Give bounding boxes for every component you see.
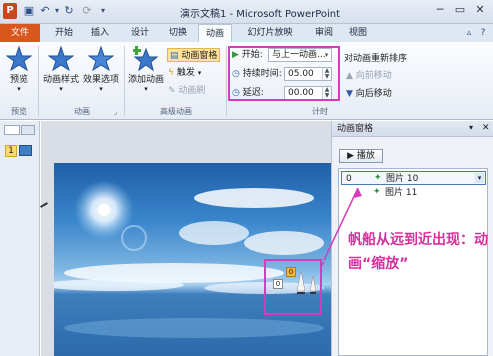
dialog-launcher-icon[interactable]: ⌟ xyxy=(114,108,117,116)
redo-icon[interactable]: ↻ xyxy=(62,4,76,18)
brush-icon: ✎ xyxy=(168,86,176,96)
restore-icon[interactable]: ▭ xyxy=(452,3,468,17)
tab-animations[interactable]: 动画 xyxy=(198,24,232,42)
effect-options-label: 效果选项 xyxy=(82,75,119,85)
animation-item-name: 图片 11 xyxy=(385,188,418,198)
chevron-down-icon: ▾ xyxy=(99,85,103,93)
play-icon: ▶ xyxy=(347,151,355,161)
tab-view[interactable]: 视图 xyxy=(342,24,374,42)
animation-pane-title: 动画窗格 xyxy=(337,124,374,134)
preview-star-icon xyxy=(6,46,32,72)
ribbon-tabs: 文件 开始 插入 设计 切换 动画 幻灯片放映 审阅 视图 ▵ ? xyxy=(0,24,493,42)
add-animation-label: 添加动画 xyxy=(127,75,164,85)
minimize-icon[interactable]: ─ xyxy=(432,3,448,17)
annotation-text: 帆船从远到近出现：动画“缩放” xyxy=(348,232,488,272)
chevron-down-icon: ▾ xyxy=(197,69,202,77)
animation-painter-button[interactable]: ✎ 动画刷 xyxy=(168,84,205,98)
add-animation-star-icon xyxy=(133,46,159,72)
group-divider xyxy=(124,46,125,116)
animation-pane-label: 动画窗格 xyxy=(181,51,218,61)
tab-design[interactable]: 设计 xyxy=(124,24,156,42)
tab-slideshow[interactable]: 幻灯片放映 xyxy=(242,24,298,42)
reorder-label: 对动画重新排序 xyxy=(344,54,408,64)
preview-label: 预览 xyxy=(9,75,28,85)
move-later-label: 向后移动 xyxy=(355,89,392,99)
trigger-button[interactable]: ϟ 触发 ▾ xyxy=(168,66,201,80)
close-icon[interactable]: ✕ xyxy=(472,3,488,17)
effect-options-star-icon xyxy=(88,46,114,72)
group-divider xyxy=(226,46,227,116)
title-bar: P ▣ ↶ ▾ ↻ ⟳ ▾ 演示文稿1 - Microsoft PowerPoi… xyxy=(0,0,493,24)
group-animation-label: 动画 xyxy=(74,107,90,116)
help-icon[interactable]: ? xyxy=(476,26,490,40)
animation-item-name: 图片 10 xyxy=(386,174,419,184)
chevron-down-icon[interactable]: ▾ xyxy=(475,173,484,183)
add-animation-button[interactable]: 添加动画 ▾ xyxy=(127,46,165,93)
trigger-label: 触发 xyxy=(176,68,195,78)
arrow-up-icon: ▲ xyxy=(346,71,353,81)
group-timing-label: 计时 xyxy=(312,107,328,116)
tab-insert[interactable]: 插入 xyxy=(84,24,116,42)
animation-styles-star-icon xyxy=(48,46,74,72)
tab-file[interactable]: 文件 xyxy=(0,24,40,42)
ribbon-collapse-icon[interactable]: ▵ xyxy=(462,26,476,40)
save-icon[interactable]: ▣ xyxy=(22,4,36,18)
close-pane-icon[interactable]: ✕ xyxy=(482,123,490,133)
play-button[interactable]: ▶ 播放 xyxy=(339,149,383,163)
timing-highlight-box xyxy=(228,46,340,101)
play-label: 播放 xyxy=(356,151,375,161)
tab-transitions[interactable]: 切换 xyxy=(162,24,194,42)
tab-review[interactable]: 审阅 xyxy=(308,24,340,42)
effect-options-button[interactable]: 效果选项 ▾ xyxy=(82,46,120,93)
slide-thumbnail[interactable] xyxy=(19,145,32,156)
slide-number: 1 xyxy=(5,145,17,157)
arrow-down-icon: ▼ xyxy=(346,89,353,99)
group-preview-label: 预览 xyxy=(11,107,27,116)
group-advanced-label: 高级动画 xyxy=(160,107,192,116)
chevron-down-icon: ▾ xyxy=(144,85,148,93)
animation-styles-label: 动画样式 xyxy=(42,75,79,85)
group-divider xyxy=(38,46,39,116)
sailboat-highlight-box xyxy=(264,259,322,315)
repeat-icon[interactable]: ⟳ xyxy=(80,4,94,18)
outline-tab-icon[interactable] xyxy=(21,125,35,135)
tab-home[interactable]: 开始 xyxy=(48,24,80,42)
move-earlier-button[interactable]: ▲ 向前移动 xyxy=(346,69,392,83)
pane-options-icon[interactable]: ▾ xyxy=(469,123,473,132)
move-later-button[interactable]: ▼ 向后移动 xyxy=(346,87,392,101)
chevron-down-icon: ▾ xyxy=(17,85,21,93)
animation-styles-button[interactable]: 动画样式 ▾ xyxy=(42,46,80,93)
slides-tab-icon[interactable] xyxy=(4,125,20,135)
window-title: 演示文稿1 - Microsoft PowerPoint xyxy=(179,9,341,20)
animation-pane-icon: ▤ xyxy=(170,51,179,61)
powerpoint-logo-icon: P xyxy=(3,3,17,19)
animation-pane-button[interactable]: ▤ 动画窗格 xyxy=(167,48,221,62)
animation-painter-label: 动画刷 xyxy=(178,86,206,96)
move-earlier-label: 向前移动 xyxy=(355,71,392,81)
lightning-icon: ϟ xyxy=(168,68,174,78)
preview-button[interactable]: 预览 ▾ xyxy=(4,46,34,93)
chevron-down-icon: ▾ xyxy=(59,85,63,93)
customize-toolbar-icon[interactable]: ▾ xyxy=(96,4,110,18)
